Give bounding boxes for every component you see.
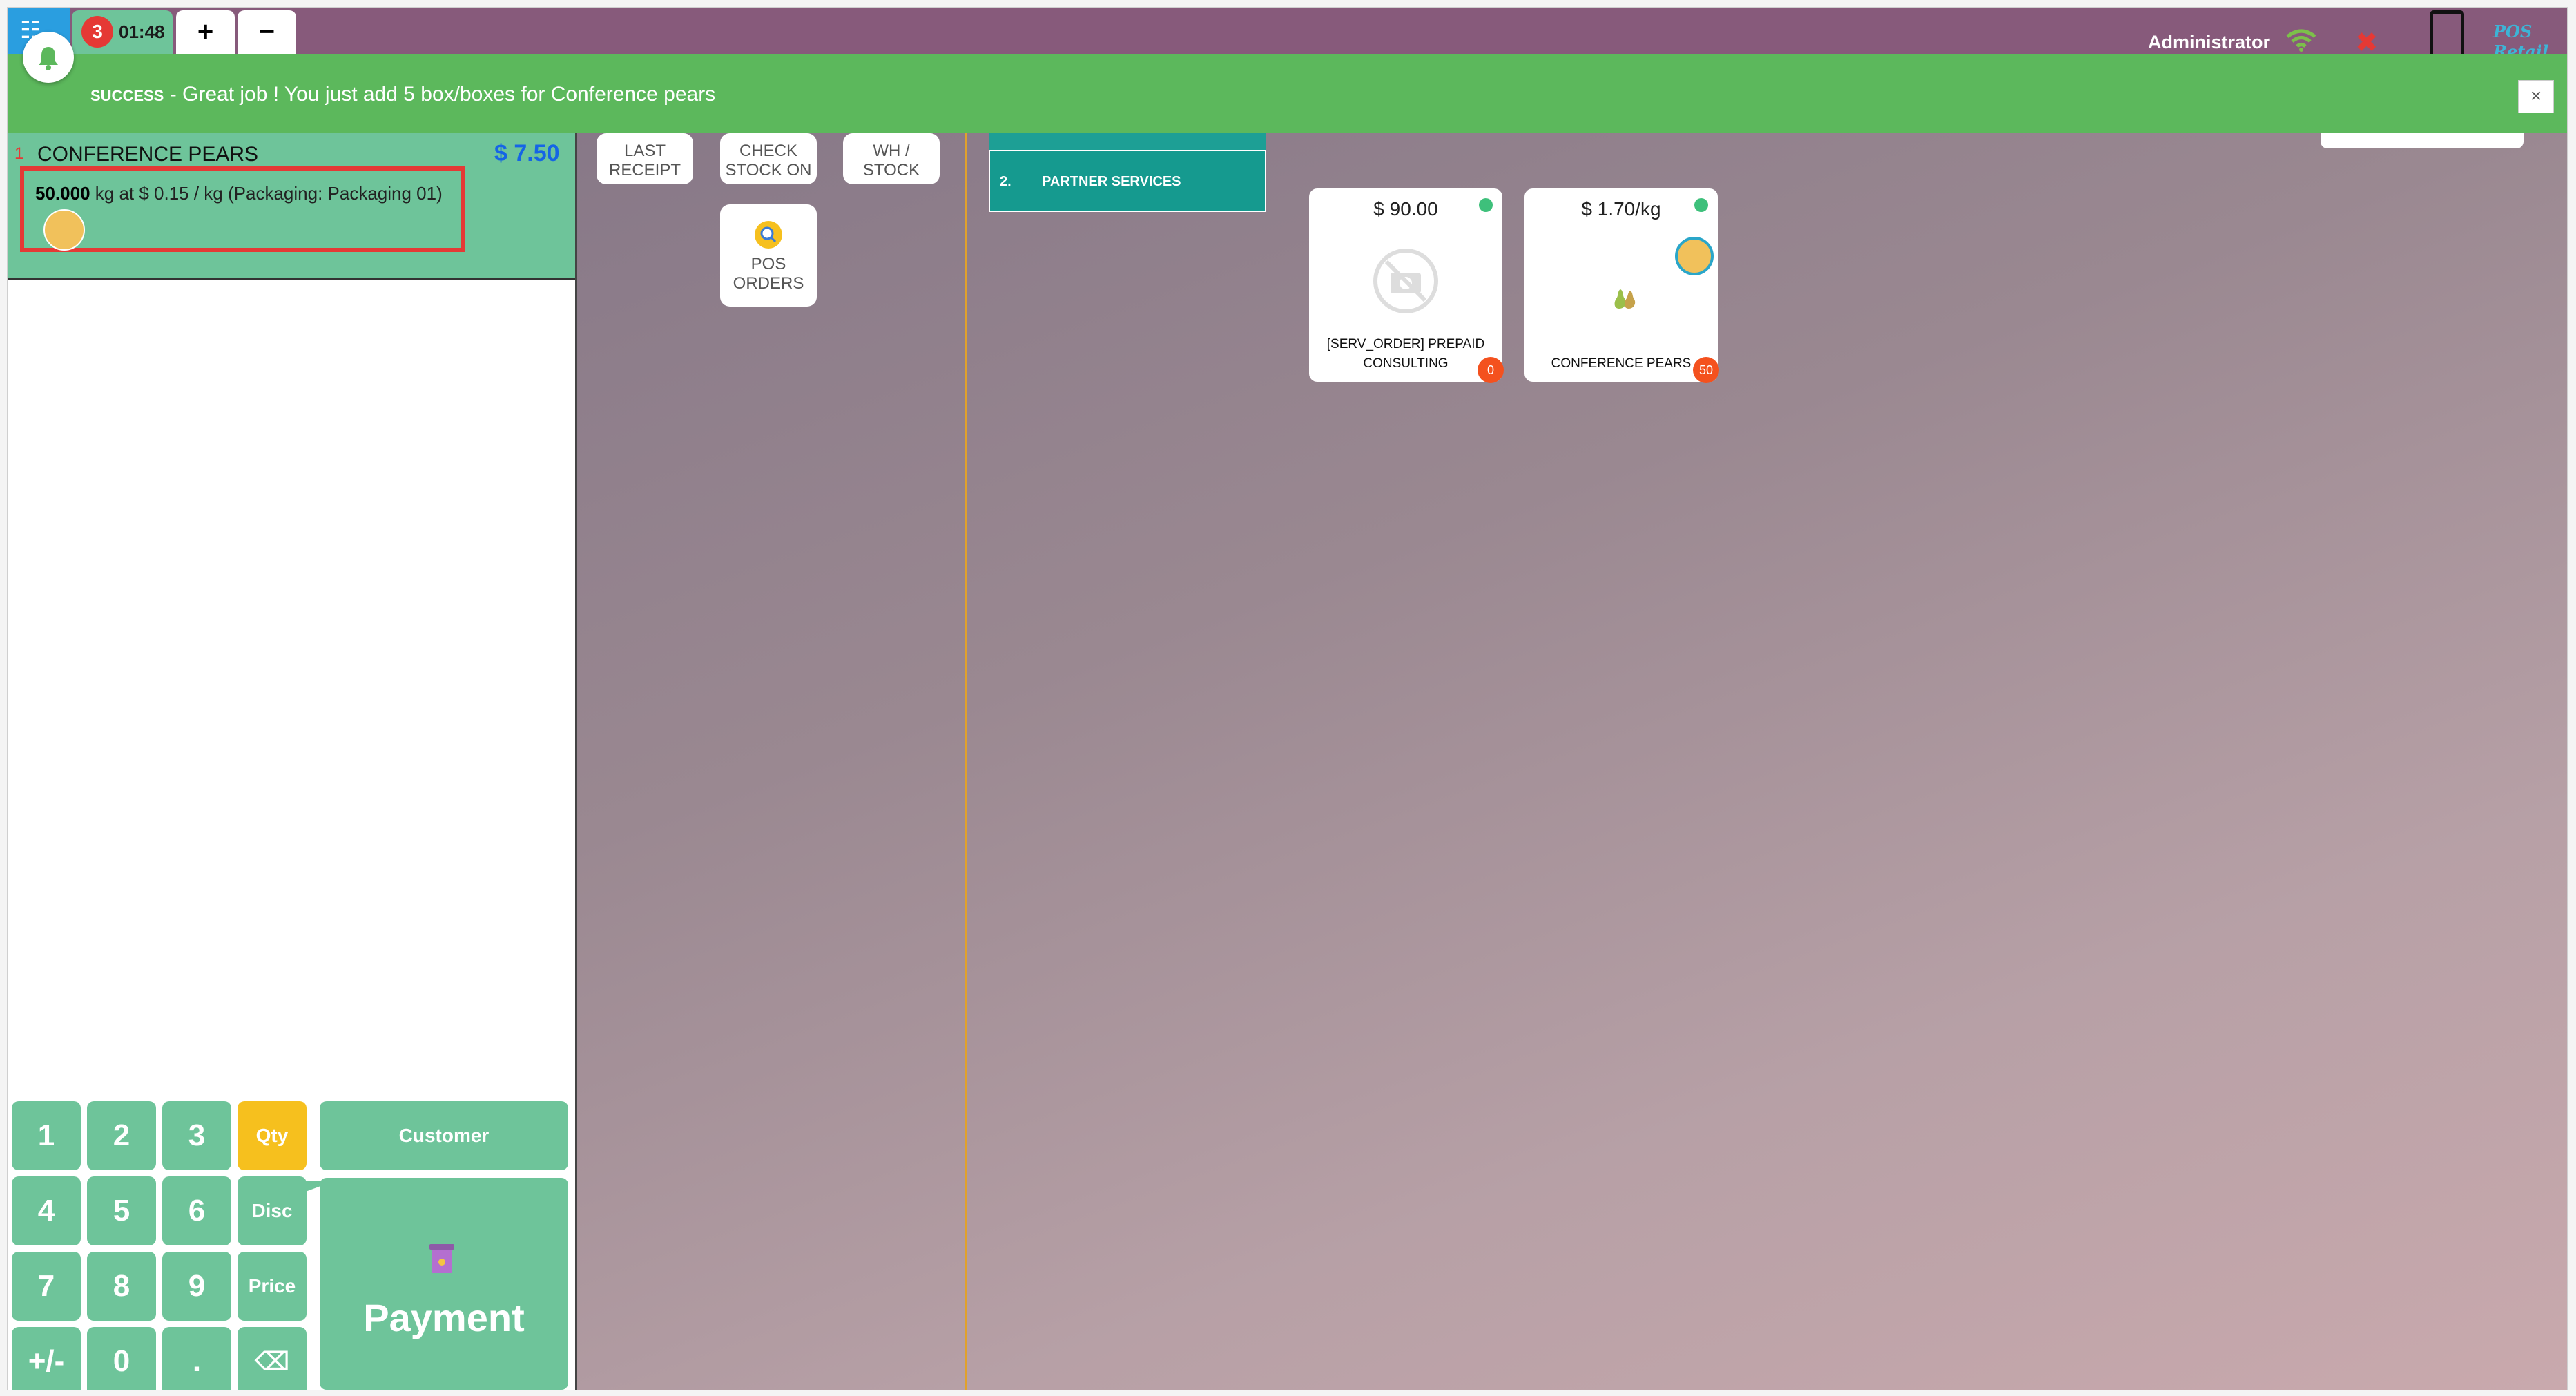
order-line-unit-info: kg at $ 0.15 / kg (Packaging: Packaging …	[90, 183, 443, 204]
product-name-line-1: [SERV_ORDER] PREPAID	[1326, 337, 1485, 351]
notification-close-button[interactable]: ×	[2518, 80, 2554, 113]
customer-button[interactable]: Customer	[320, 1101, 568, 1170]
category-number: 2.	[1000, 174, 1011, 189]
pos-orders-line-1: POS	[750, 255, 786, 273]
panel-divider	[965, 133, 967, 1390]
top-bar: ☷ 3 01:48 + − Administrator ✖ POS Retail	[8, 8, 2567, 64]
check-stock-button[interactable]: CHECK STOCK ON	[720, 133, 817, 184]
order-panel: 1 CONFERENCE PEARS $ 7.50 50.000 kg at $…	[8, 133, 577, 1390]
availability-dot	[1479, 198, 1493, 212]
pos-orders-button[interactable]: POS ORDERS	[720, 204, 817, 307]
wh-stock-label: WH / STOCK	[862, 142, 920, 180]
success-notification: SUCCESS - Great job ! You just add 5 box…	[8, 32, 2567, 133]
search-box-edge[interactable]	[2321, 133, 2524, 148]
order-count-badge: 3	[81, 16, 113, 48]
qty-mode-button[interactable]: Qty	[238, 1101, 307, 1170]
search-orders-icon	[755, 221, 782, 249]
pos-screen: ☷ 3 01:48 + − Administrator ✖ POS Retail…	[7, 7, 2568, 1390]
payment-button[interactable]: Payment	[320, 1178, 568, 1390]
product-name-line-2: CONSULTING	[1363, 356, 1449, 371]
last-receipt-button[interactable]: LAST RECEIPT	[597, 133, 693, 184]
pears-image	[1614, 289, 1636, 309]
order-line[interactable]: 1 CONFERENCE PEARS $ 7.50 50.000 kg at $…	[8, 133, 575, 280]
product-card[interactable]: $ 90.00 [SERV_ORDER] PREPAID CONSULTING …	[1309, 188, 1504, 383]
highlight-box	[20, 166, 465, 252]
numpad-dot[interactable]: .	[162, 1327, 231, 1390]
order-line-product: CONFERENCE PEARS	[37, 143, 259, 166]
bell-icon[interactable]	[23, 32, 74, 83]
order-line-detail: 50.000 kg at $ 0.15 / kg (Packaging: Pac…	[35, 183, 443, 204]
no-image-icon	[1373, 249, 1438, 313]
order-tab[interactable]: 3 01:48	[72, 10, 173, 54]
numpad-6[interactable]: 6	[162, 1176, 231, 1245]
last-receipt-line-2: RECEIPT	[608, 161, 681, 180]
numpad-1[interactable]: 1	[12, 1101, 81, 1170]
product-name-line-1: CONFERENCE PEARS	[1551, 356, 1692, 371]
product-price: $ 90.00	[1373, 198, 1438, 220]
backspace-button[interactable]: ⌫	[238, 1327, 307, 1390]
packaging-icon	[43, 209, 85, 251]
numpad-5[interactable]: 5	[87, 1176, 156, 1245]
payment-icon	[429, 1244, 454, 1273]
wh-stock-button[interactable]: WH / STOCK	[843, 133, 940, 184]
disc-mode-button[interactable]: Disc	[238, 1176, 307, 1245]
pos-orders-line-2: ORDERS	[733, 274, 804, 293]
product-qty-badge: 50	[1693, 357, 1719, 383]
product-card[interactable]: $ 1.70/kg CONFERENCE PEARS 50	[1524, 188, 1719, 383]
product-name: CONFERENCE PEARS	[1531, 354, 1711, 374]
numpad-8[interactable]: 8	[87, 1252, 156, 1321]
order-line-quantity: 50.000	[35, 183, 90, 204]
sign-toggle-button[interactable]: +/-	[12, 1327, 81, 1390]
remove-order-button[interactable]: −	[238, 10, 296, 54]
category-item[interactable]	[989, 133, 1266, 150]
numpad-0[interactable]: 0	[87, 1327, 156, 1390]
check-stock-line-1: CHECK	[739, 142, 797, 160]
notification-kind: SUCCESS	[90, 87, 164, 104]
notification-message: - Great job ! You just add 5 box/boxes f…	[164, 83, 716, 106]
product-name: [SERV_ORDER] PREPAID CONSULTING	[1316, 335, 1495, 374]
order-line-price: $ 7.50	[494, 140, 560, 166]
product-qty-badge: 0	[1478, 357, 1504, 383]
availability-dot	[1694, 198, 1708, 212]
last-receipt-line-1: LAST	[623, 142, 666, 160]
numpad-4[interactable]: 4	[12, 1176, 81, 1245]
add-order-button[interactable]: +	[176, 10, 235, 54]
numpad-2[interactable]: 2	[87, 1101, 156, 1170]
packaging-icon[interactable]	[1675, 237, 1714, 275]
category-label: PARTNER SERVICES	[1042, 174, 1181, 189]
price-mode-button[interactable]: Price	[238, 1252, 307, 1321]
payment-label: Payment	[363, 1296, 525, 1339]
check-stock-line-2: STOCK ON	[725, 161, 812, 180]
category-partner-services[interactable]: 2. PARTNER SERVICES	[989, 150, 1266, 212]
order-line-index: 1	[14, 144, 24, 163]
notification-text: SUCCESS - Great job ! You just add 5 box…	[90, 83, 715, 106]
numpad-9[interactable]: 9	[162, 1252, 231, 1321]
numpad-3[interactable]: 3	[162, 1101, 231, 1170]
product-price: $ 1.70/kg	[1581, 198, 1661, 220]
order-time: 01:48	[119, 21, 165, 42]
wifi-icon	[2286, 29, 2316, 52]
numpad-7[interactable]: 7	[12, 1252, 81, 1321]
